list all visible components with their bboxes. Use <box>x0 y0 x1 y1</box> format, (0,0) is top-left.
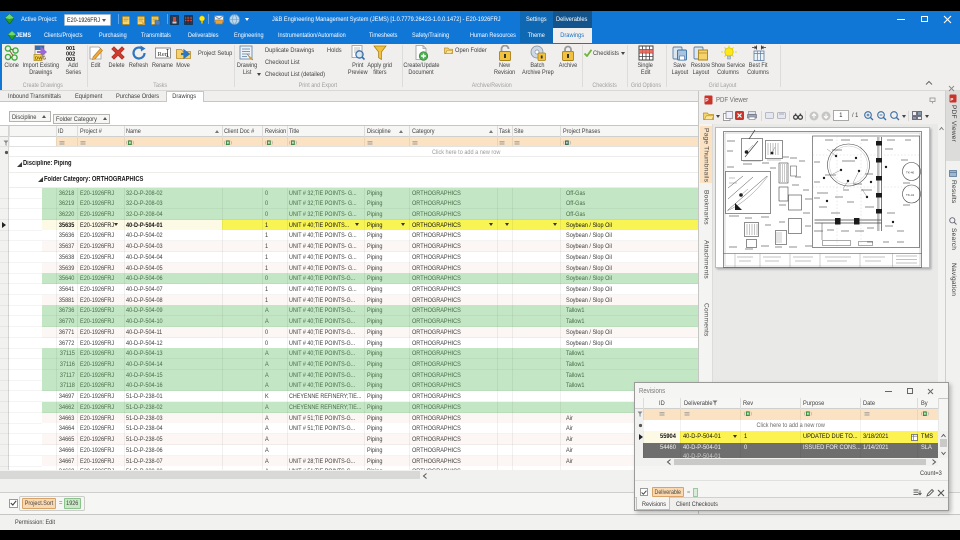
svg-text:P: P <box>950 96 953 101</box>
svg-text:TK-41: TK-41 <box>906 193 915 197</box>
svg-text:Ren: Ren <box>157 51 168 58</box>
svg-text:DWG: DWG <box>35 56 46 61</box>
svg-text:003: 003 <box>66 57 75 61</box>
svg-text:TK-40: TK-40 <box>906 170 915 174</box>
